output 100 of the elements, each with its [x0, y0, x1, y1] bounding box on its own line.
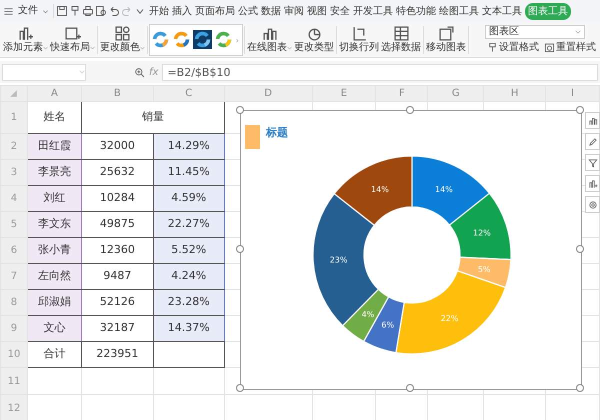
- resize-handle[interactable]: [236, 106, 244, 114]
- data-label: 14%: [371, 184, 389, 194]
- table-cell: 32187: [81, 316, 154, 342]
- toolbar-button[interactable]: 更改类型: [293, 25, 335, 54]
- table-cell: 32000: [81, 134, 154, 160]
- resize-handle[interactable]: [576, 245, 584, 253]
- table-cell: 李文东: [27, 212, 82, 238]
- table-cell: 李景亮: [27, 160, 82, 186]
- filter-icon: [588, 158, 598, 168]
- toolbar-button[interactable]: 移动图表: [425, 25, 467, 54]
- chart-side-button[interactable]: [585, 133, 600, 150]
- table-cell: 5.52%: [153, 238, 224, 264]
- resize-handle[interactable]: [406, 106, 414, 114]
- chart-plus-icon: [588, 178, 598, 188]
- resize-handle[interactable]: [236, 384, 244, 392]
- undo-icon[interactable]: [108, 5, 120, 17]
- caret-icon: [575, 28, 581, 34]
- file-menu[interactable]: 文件: [1, 4, 51, 18]
- chart-side-button[interactable]: [585, 196, 600, 213]
- table-cell: 田红霞: [27, 134, 82, 160]
- toolbar-button[interactable]: 选择数据: [380, 25, 422, 54]
- data-label: 23%: [330, 256, 348, 265]
- toolbar-button[interactable]: 设置格式: [485, 40, 541, 54]
- toolbar-button[interactable]: 更改颜色: [99, 25, 146, 54]
- caret-icon: [79, 69, 85, 75]
- donut-thumbnail[interactable]: [151, 30, 170, 49]
- ribbon-tab[interactable]: 插入: [172, 2, 192, 20]
- toolbar-button[interactable]: 快速布局: [49, 25, 96, 54]
- ribbon-tab[interactable]: 视图: [307, 2, 327, 20]
- print-preview-icon[interactable]: [95, 5, 107, 17]
- ribbon-tab[interactable]: 特色功能: [396, 2, 436, 20]
- table-cell: 4.24%: [153, 264, 224, 290]
- ribbon-tab[interactable]: 开发工具: [353, 2, 393, 20]
- ribbon-tab[interactable]: 开始: [149, 2, 169, 20]
- table-cell: 刘红: [27, 186, 82, 212]
- table-cell: 22.27%: [153, 212, 224, 238]
- print-icon[interactable]: [82, 5, 94, 17]
- formula-field[interactable]: =B2/$B$10: [162, 64, 598, 80]
- table-cell: 14.37%: [153, 316, 224, 342]
- toolbar-button[interactable]: 重置样式: [542, 40, 598, 54]
- color-grid-icon: [114, 25, 131, 42]
- data-label: 22%: [440, 314, 458, 324]
- resize-handle[interactable]: [406, 384, 414, 392]
- table-cell: 52126: [81, 290, 154, 316]
- chart-side-button[interactable]: [585, 154, 600, 171]
- resize-handle[interactable]: [576, 384, 584, 392]
- chart-side-button[interactable]: [585, 175, 600, 192]
- data-label: 4%: [362, 310, 374, 319]
- resize-handle[interactable]: [236, 245, 244, 253]
- ribbon-tab[interactable]: 公式: [238, 2, 258, 20]
- data-label: 12%: [473, 228, 491, 238]
- settings-icon: [588, 200, 598, 210]
- table-cell: 左向然: [27, 264, 82, 290]
- chart-side-button[interactable]: [585, 112, 600, 129]
- move-icon: [438, 25, 454, 42]
- dropdown-value: 图表区: [489, 26, 519, 38]
- table-cell: 10284: [81, 186, 154, 212]
- ribbon-tab[interactable]: 绘图工具: [439, 2, 479, 20]
- data-label: 5%: [478, 264, 491, 274]
- pencil-icon: [588, 136, 598, 146]
- data-label: 14%: [435, 184, 453, 194]
- table-cell: 49875: [81, 212, 154, 238]
- table-cell: 张小青: [27, 238, 82, 264]
- table-icon: [392, 25, 410, 42]
- toolbar-button[interactable]: 在线图表: [246, 25, 293, 54]
- resize-handle[interactable]: [576, 106, 584, 114]
- ribbon-tab[interactable]: 审阅: [284, 2, 304, 20]
- layout-plus-icon: [64, 25, 81, 42]
- donut-thumbnail[interactable]: [214, 30, 233, 49]
- data-label: 6%: [381, 320, 394, 330]
- table-cell: 12360: [81, 238, 154, 264]
- bar-chart-icon: [588, 116, 598, 126]
- zoom-icon[interactable]: [134, 66, 145, 78]
- caret-icon: [42, 8, 49, 14]
- donut-thumbnail[interactable]: [172, 30, 191, 49]
- table-cell: 邱淑娟: [27, 290, 82, 316]
- save-icon[interactable]: [56, 5, 68, 17]
- ribbon-tab[interactable]: 数据: [261, 2, 281, 20]
- title-marker: [245, 125, 260, 149]
- ribbon-tab[interactable]: 页面布局: [195, 2, 235, 20]
- ribbon-tab[interactable]: 安全: [330, 2, 350, 20]
- table-cell: 23.28%: [153, 290, 224, 316]
- toolbar-button[interactable]: 切换行列: [338, 25, 380, 54]
- table-cell: 223951: [81, 342, 154, 368]
- table-cell: 11.45%: [153, 160, 224, 186]
- table-cell: 合计: [27, 342, 82, 368]
- ribbon-tab[interactable]: 文本工具: [482, 2, 522, 20]
- fx-label: fx: [149, 66, 158, 80]
- table-cell: 14.29%: [153, 134, 224, 160]
- table-cell: 4.59%: [153, 186, 224, 212]
- chart-plus-icon: [17, 25, 34, 42]
- table-cell: 25632: [81, 160, 154, 186]
- table-cell: 9487: [81, 264, 154, 290]
- chart-title[interactable]: 标题: [266, 125, 288, 142]
- donut-thumbnail[interactable]: [193, 30, 212, 49]
- chart-element-dropdown[interactable]: 图表区: [485, 24, 585, 38]
- toolbar-button[interactable]: 添加元素: [2, 25, 49, 54]
- menu-icon: [3, 6, 14, 16]
- table-cell: 文心: [27, 316, 82, 342]
- reset-icon: [544, 42, 555, 53]
